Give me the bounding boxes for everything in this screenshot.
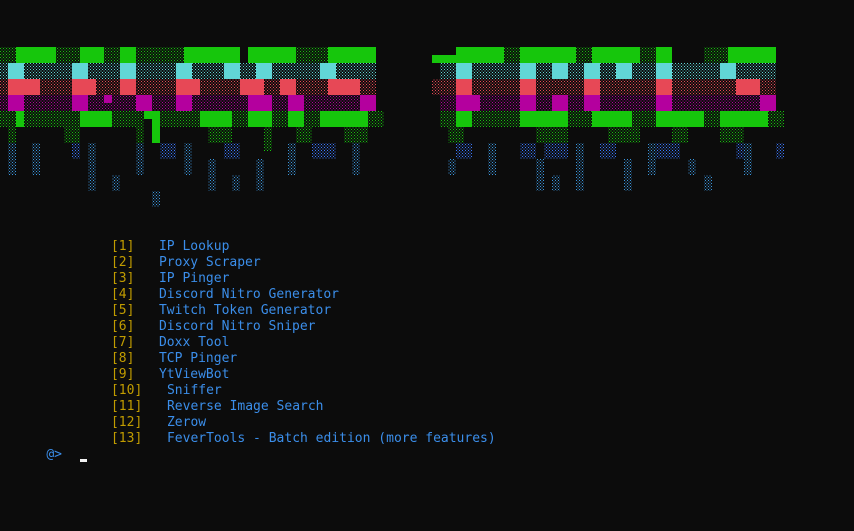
menu-item-label: Twitch Token Generator (158, 303, 332, 318)
menu-item-number: [5] (110, 303, 135, 318)
menu-item-label: Doxx Tool (158, 335, 230, 350)
menu-item-number: [1] (110, 239, 135, 254)
menu-item-number: [3] (110, 271, 135, 286)
menu-item-label: Sniffer (166, 383, 222, 398)
menu-item-label: Zerow (166, 415, 207, 430)
menu-item-number: [13] (110, 431, 143, 446)
menu-list: [1] IP Lookup [2] Proxy Scraper [3] IP Ping… (64, 223, 496, 446)
menu-item-label: FeverTools - Batch edition (more feature… (166, 431, 496, 446)
menu-item-number: [4] (110, 287, 135, 302)
text-cursor (79, 459, 87, 462)
menu-item-number: [10] (110, 383, 143, 398)
menu-item-label: Discord Nitro Sniper (158, 319, 316, 334)
menu-item-label: IP Pinger (158, 271, 230, 286)
menu-item-number: [11] (110, 399, 143, 414)
menu-item[interactable]: [1] IP Lookup (64, 223, 496, 254)
menu-item-number: [6] (110, 319, 135, 334)
menu-item-number: [12] (110, 415, 143, 430)
menu-item-number: [9] (110, 367, 135, 382)
menu-item-label: Proxy Scraper (158, 255, 261, 270)
command-prompt[interactable]: @> (15, 431, 87, 462)
menu-item-label: Discord Nitro Generator (158, 287, 339, 302)
menu-item-label: YtViewBot (158, 367, 230, 382)
terminal-window[interactable]: [1] IP Lookup [2] Proxy Scraper [3] IP Ping… (0, 0, 854, 531)
menu-item-label: IP Lookup (158, 239, 230, 254)
ascii-art-logo (0, 47, 784, 207)
menu-item-number: [7] (110, 335, 135, 350)
menu-item-label: TCP Pinger (158, 351, 238, 366)
menu-item-number: [8] (110, 351, 135, 366)
menu-item-label: Reverse Image Search (166, 399, 324, 414)
menu-item-number: [2] (110, 255, 135, 270)
prompt-symbol: @> (46, 447, 62, 462)
